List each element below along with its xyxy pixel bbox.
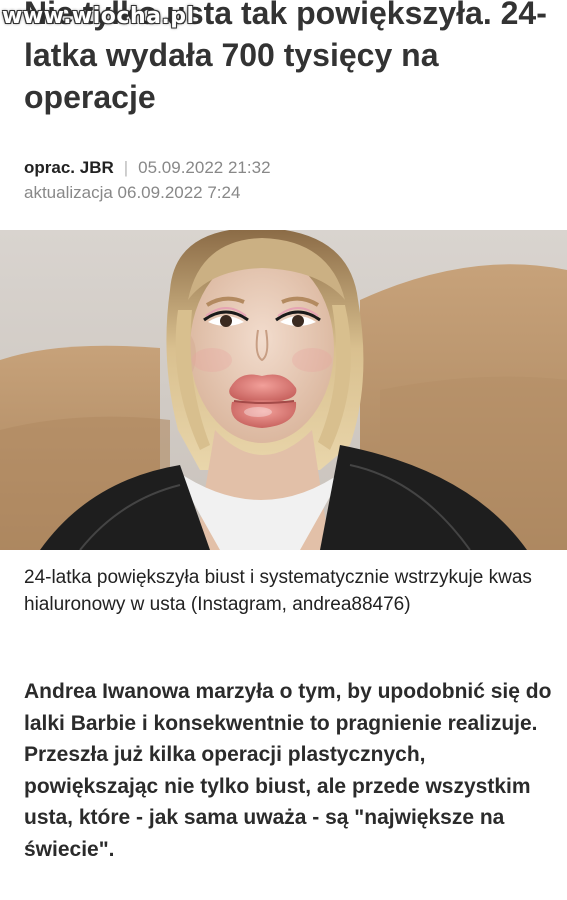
article-meta: oprac. JBR | 05.09.2022 21:32 aktualizacja… (24, 155, 544, 205)
article-photo[interactable] (0, 230, 567, 550)
author-byline[interactable]: oprac. JBR (24, 158, 114, 177)
update-date: aktualizacja 06.09.2022 7:24 (24, 183, 241, 202)
publish-date: 05.09.2022 21:32 (138, 158, 271, 177)
photo-caption: 24-latka powiększyła biust i systematycz… (24, 567, 532, 615)
meta-separator: | (123, 158, 129, 177)
watermark: www.wiocha.pl (2, 4, 195, 29)
article-lead: Andrea Iwanowa marzyła o tym, by upodobn… (24, 680, 552, 861)
